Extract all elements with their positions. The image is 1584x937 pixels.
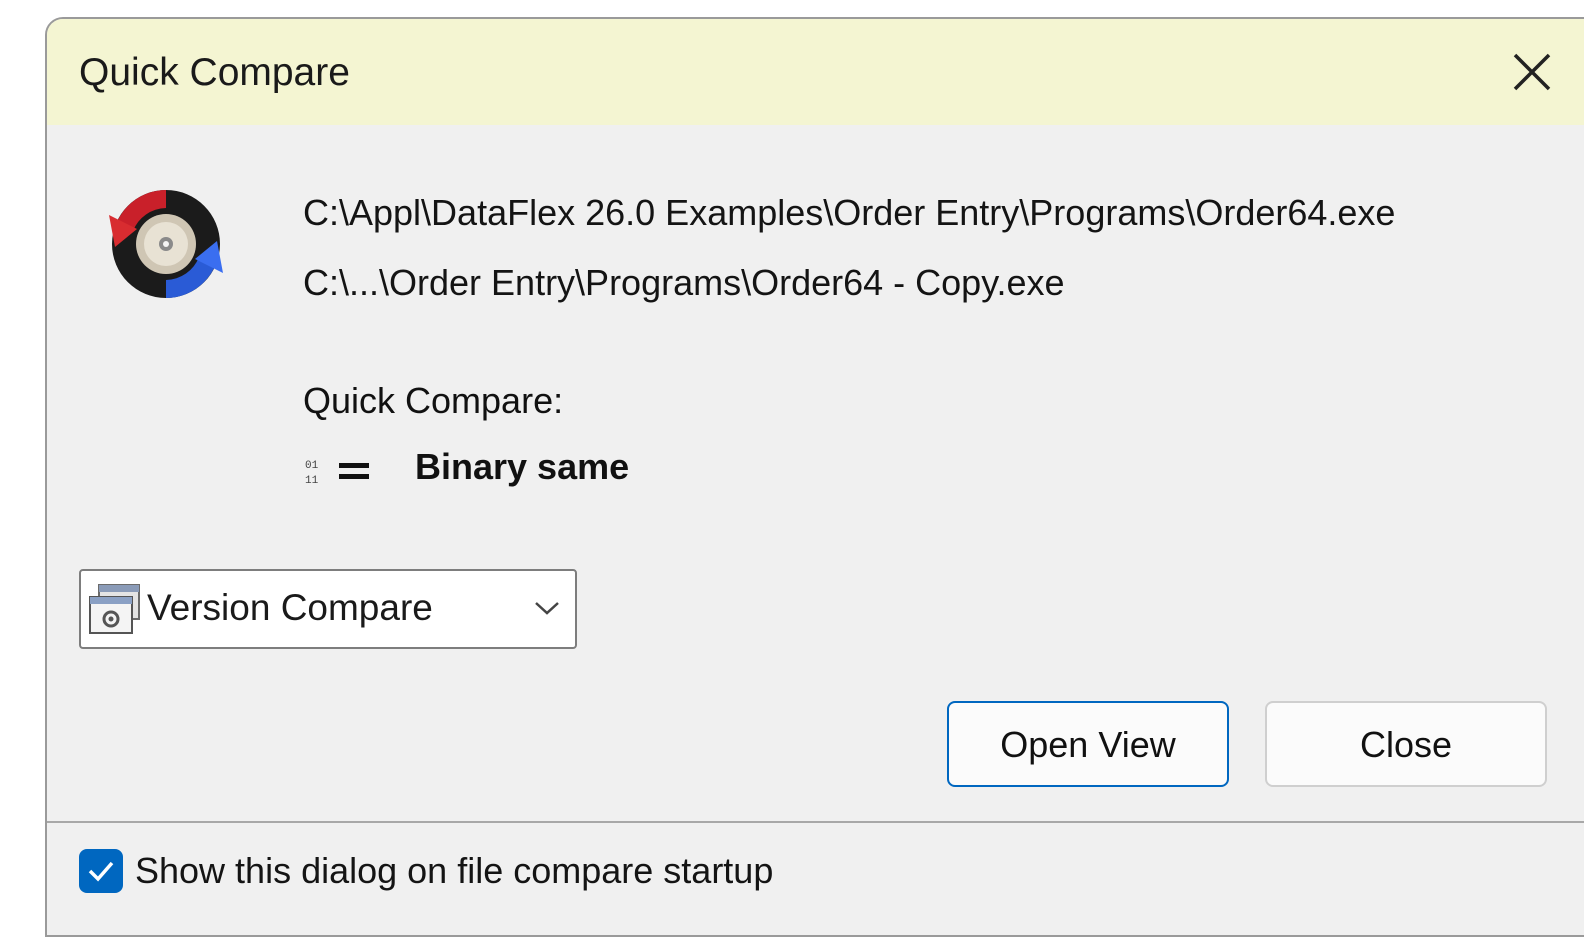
- show-on-startup-checkbox[interactable]: [79, 849, 123, 893]
- title-bar: Quick Compare: [47, 19, 1584, 125]
- show-on-startup-label[interactable]: Show this dialog on file compare startup: [135, 849, 773, 893]
- quick-compare-dialog: Quick Compare C:\Appl\DataFlex 26.0 Exam…: [45, 17, 1584, 937]
- svg-text:01: 01: [305, 460, 319, 472]
- version-compare-icon: [87, 583, 143, 635]
- left-file-path: C:\Appl\DataFlex 26.0 Examples\Order Ent…: [303, 192, 1396, 233]
- session-type-value: Version Compare: [147, 587, 433, 628]
- close-icon[interactable]: [1509, 49, 1555, 95]
- checkmark-icon: [88, 861, 114, 882]
- session-type-dropdown[interactable]: Version Compare: [79, 569, 577, 649]
- close-button[interactable]: Close: [1265, 701, 1547, 787]
- quick-compare-label: Quick Compare:: [303, 380, 564, 421]
- right-file-path: C:\...\Order Entry\Programs\Order64 - Co…: [303, 262, 1065, 303]
- svg-text:11: 11: [305, 475, 319, 487]
- dialog-footer: Show this dialog on file compare startup: [47, 823, 1584, 935]
- open-view-button[interactable]: Open View: [947, 701, 1229, 787]
- compare-result: Binary same: [415, 446, 630, 487]
- beyond-compare-logo-icon: [107, 185, 225, 303]
- chevron-down-icon: [533, 599, 561, 617]
- dialog-title: Quick Compare: [79, 51, 350, 94]
- binary-equal-icon: 01 11: [305, 455, 379, 489]
